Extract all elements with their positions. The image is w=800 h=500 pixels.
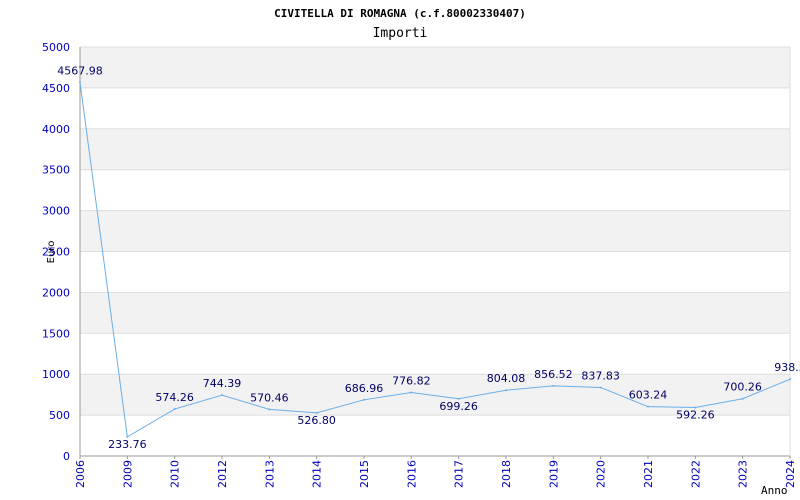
data-point [599, 386, 602, 389]
x-axis-ticks: 2006 2009 2010 2012 2013 2014 2015 2016 2017 2018… [74, 456, 797, 488]
line-chart: 0500100015002000250030003500400045005000… [42, 7, 800, 497]
x-tick-label: 2021 [642, 460, 655, 488]
y-tick-label: 3000 [42, 205, 70, 218]
data-label: 686.96 [345, 382, 384, 395]
data-point [363, 398, 365, 401]
y-tick-label: 0 [63, 450, 70, 463]
data-label: 570.46 [250, 391, 289, 404]
data-point [221, 394, 223, 397]
chart-subtitle: Importi [373, 26, 428, 41]
y-tick-label: 1500 [42, 327, 70, 340]
data-point [552, 384, 555, 387]
data-label: 744.39 [203, 377, 242, 390]
data-label: 837.83 [581, 369, 620, 382]
y-tick-label: 1000 [42, 368, 70, 381]
x-tick-label: 2012 [216, 460, 229, 488]
x-tick-label: 2010 [169, 460, 182, 488]
data-label: 804.08 [487, 372, 526, 385]
data-label: 574.26 [155, 391, 194, 404]
data-label: 603.24 [629, 389, 668, 402]
x-tick-label: 2023 [737, 460, 750, 488]
data-point [410, 391, 413, 394]
y-tick-label: 500 [49, 409, 70, 422]
data-label: 700.26 [723, 381, 762, 394]
y-axis-label: Euro [46, 241, 57, 264]
grid-band [80, 210, 790, 252]
x-tick-label: 2017 [453, 460, 466, 488]
grid-band [80, 128, 790, 170]
x-tick-label: 2022 [689, 460, 702, 488]
data-point [505, 389, 507, 392]
data-label: 526.80 [297, 414, 336, 427]
data-label: 4567.98 [57, 64, 103, 77]
data-label: 938.5 [774, 361, 800, 374]
x-axis-label: Anno [761, 484, 788, 497]
data-point [268, 408, 271, 411]
x-tick-label: 2019 [547, 460, 560, 488]
data-label: 233.76 [108, 438, 147, 451]
x-tick-label: 2014 [311, 460, 324, 488]
y-tick-label: 2000 [42, 286, 70, 299]
x-tick-label: 2020 [595, 460, 608, 488]
x-tick-label: 2015 [358, 460, 371, 488]
x-tick-label: 2013 [263, 460, 276, 488]
x-tick-label: 2016 [405, 460, 418, 488]
chart-title: CIVITELLA DI ROMAGNA (c.f.80002330407) [274, 7, 526, 20]
data-point [79, 81, 81, 84]
y-tick-label: 5000 [42, 41, 70, 54]
data-label: 776.82 [392, 374, 431, 387]
data-point [173, 408, 176, 411]
data-label: 699.26 [439, 400, 478, 413]
x-tick-label: 2018 [500, 460, 513, 488]
background-bands [80, 47, 790, 416]
data-label: 856.52 [534, 368, 573, 381]
data-point [741, 397, 744, 400]
data-point [647, 405, 649, 408]
y-tick-label: 3500 [42, 164, 70, 177]
grid-band [80, 292, 790, 334]
x-tick-label: 2006 [74, 460, 87, 488]
data-label: 592.26 [676, 409, 715, 422]
y-tick-label: 4500 [42, 82, 70, 95]
y-tick-label: 4000 [42, 123, 70, 136]
data-point [789, 378, 791, 381]
x-tick-label: 2009 [121, 460, 134, 488]
grid-band [80, 47, 790, 88]
